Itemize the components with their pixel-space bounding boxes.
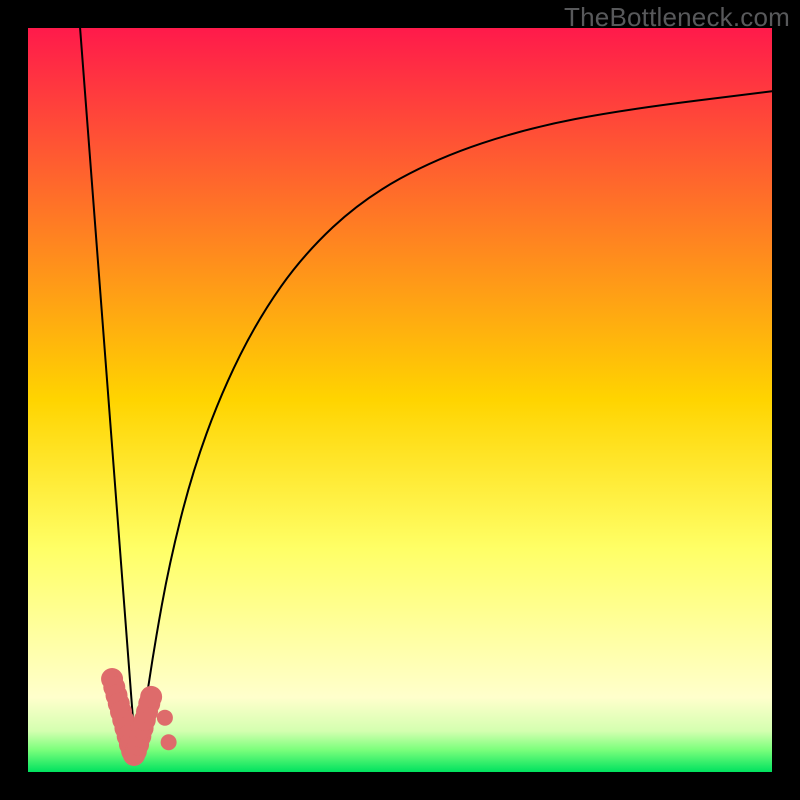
scatter-point — [140, 686, 162, 708]
scatter-point — [161, 734, 177, 750]
plot-area — [28, 28, 772, 772]
chart-frame: TheBottleneck.com — [0, 0, 800, 800]
gradient-background — [28, 28, 772, 772]
scatter-point — [157, 710, 173, 726]
chart-svg — [28, 28, 772, 772]
